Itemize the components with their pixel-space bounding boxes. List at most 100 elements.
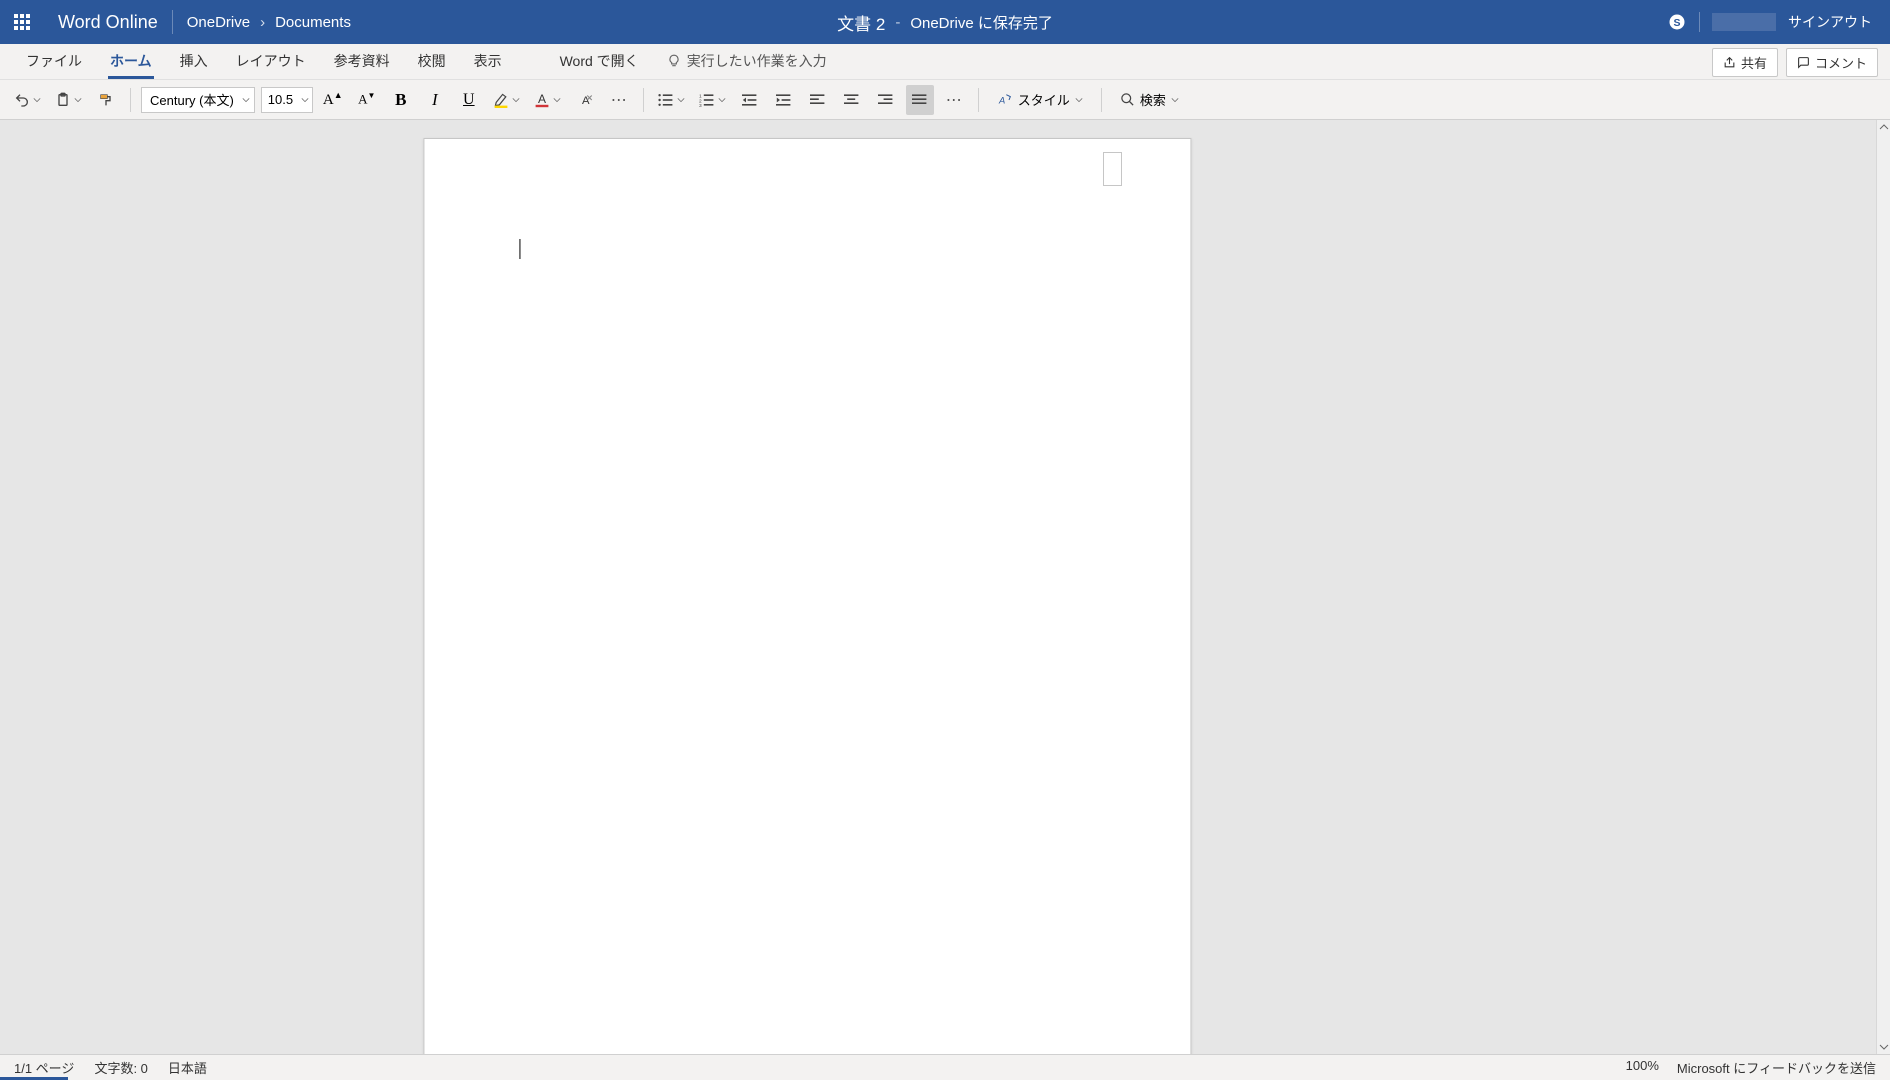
lightbulb-icon xyxy=(667,54,681,68)
more-font-options-button[interactable]: ⋯ xyxy=(605,85,633,115)
chevron-down-icon xyxy=(718,96,726,104)
skype-icon: S xyxy=(1668,13,1686,31)
separator xyxy=(130,88,131,112)
paste-button[interactable] xyxy=(51,85,86,115)
clear-formatting-icon: A xyxy=(576,92,594,108)
font-size-select[interactable]: 10.5 xyxy=(261,87,313,113)
tab-insert[interactable]: 挿入 xyxy=(166,43,222,79)
numbered-list-icon: 123 xyxy=(699,93,715,107)
chevron-right-icon: › xyxy=(260,14,265,31)
bold-icon: B xyxy=(395,90,406,110)
undo-button[interactable] xyxy=(10,85,45,115)
clear-formatting-button[interactable]: A xyxy=(571,85,599,115)
chevron-down-icon xyxy=(677,96,685,104)
italic-button[interactable]: I xyxy=(421,85,449,115)
more-paragraph-options-button[interactable]: ⋯ xyxy=(940,85,968,115)
bold-button[interactable]: B xyxy=(387,85,415,115)
format-painter-icon xyxy=(98,92,114,108)
word-count[interactable]: 文字数: 0 xyxy=(94,1058,147,1077)
text-cursor xyxy=(519,239,520,259)
styles-button[interactable]: A スタイル xyxy=(989,85,1091,115)
align-left-icon xyxy=(810,93,826,107)
comment-icon xyxy=(1797,56,1810,69)
highlight-color-button[interactable] xyxy=(489,85,524,115)
increase-indent-button[interactable] xyxy=(770,85,798,115)
decrease-indent-icon xyxy=(742,93,758,107)
status-right: 100% Microsoft にフィードバックを送信 xyxy=(1626,1058,1876,1077)
numbered-list-button[interactable]: 123 xyxy=(695,85,730,115)
user-account-box[interactable] xyxy=(1712,13,1776,31)
grow-font-icon: A▲ xyxy=(323,90,343,109)
language-status[interactable]: 日本語 xyxy=(168,1058,207,1077)
italic-icon: I xyxy=(432,90,438,110)
share-button[interactable]: 共有 xyxy=(1712,48,1778,77)
breadcrumb-onedrive[interactable]: OneDrive xyxy=(187,14,250,31)
tab-view[interactable]: 表示 xyxy=(460,43,516,79)
scroll-up-button[interactable] xyxy=(1877,120,1890,134)
align-right-icon xyxy=(878,93,894,107)
chevron-up-icon xyxy=(1879,122,1889,132)
format-painter-button[interactable] xyxy=(92,85,120,115)
document-name[interactable]: 文書 2 xyxy=(837,10,885,35)
side-tab-handle[interactable] xyxy=(1103,152,1122,186)
tab-layout[interactable]: レイアウト xyxy=(222,43,320,79)
ellipsis-icon: ⋯ xyxy=(946,90,962,110)
zoom-level[interactable]: 100% xyxy=(1626,1058,1659,1077)
increase-indent-icon xyxy=(776,93,792,107)
divider xyxy=(1699,12,1700,32)
bullet-list-icon xyxy=(658,93,674,107)
titlebar-right: S サインアウト xyxy=(1667,0,1890,44)
justify-button[interactable] xyxy=(906,85,934,115)
font-color-button[interactable]: A xyxy=(530,85,565,115)
styles-label: スタイル xyxy=(1018,90,1070,109)
align-center-button[interactable] xyxy=(838,85,866,115)
status-bar: 1/1 ページ 文字数: 0 日本語 100% Microsoft にフィードバ… xyxy=(0,1054,1890,1080)
grow-font-button[interactable]: A▲ xyxy=(319,85,347,115)
svg-text:S: S xyxy=(1673,17,1680,29)
app-launcher-button[interactable] xyxy=(0,0,44,44)
ribbon-tabs: ファイル ホーム 挿入 レイアウト 参考資料 校閲 表示 Word で開く 実行… xyxy=(0,44,1890,80)
separator xyxy=(643,88,644,112)
tab-file[interactable]: ファイル xyxy=(12,43,96,79)
chevron-down-icon xyxy=(1171,96,1179,104)
breadcrumb-documents[interactable]: Documents xyxy=(275,14,351,31)
align-center-icon xyxy=(844,93,860,107)
document-area xyxy=(0,120,1876,1054)
vertical-scrollbar[interactable] xyxy=(1876,120,1890,1054)
chevron-down-icon xyxy=(74,96,82,104)
document-page[interactable] xyxy=(423,138,1191,1054)
signout-link[interactable]: サインアウト xyxy=(1788,12,1872,32)
search-icon xyxy=(1120,92,1135,107)
underline-button[interactable]: U xyxy=(455,85,483,115)
font-name-select[interactable]: Century (本文) xyxy=(141,87,255,113)
comment-button[interactable]: コメント xyxy=(1786,48,1878,77)
tell-me-search[interactable]: 実行したい作業を入力 xyxy=(653,43,841,79)
tell-me-placeholder: 実行したい作業を入力 xyxy=(687,51,827,71)
chevron-down-icon xyxy=(301,96,309,104)
chevron-down-icon xyxy=(512,96,520,104)
decrease-indent-button[interactable] xyxy=(736,85,764,115)
open-in-word-button[interactable]: Word で開く xyxy=(546,43,653,79)
chevron-down-icon xyxy=(33,96,41,104)
tab-review[interactable]: 校閲 xyxy=(404,43,460,79)
separator xyxy=(1101,88,1102,112)
feedback-link[interactable]: Microsoft にフィードバックを送信 xyxy=(1677,1058,1876,1077)
app-name[interactable]: Word Online xyxy=(44,10,173,34)
bullet-list-button[interactable] xyxy=(654,85,689,115)
skype-button[interactable]: S xyxy=(1667,12,1687,32)
align-left-button[interactable] xyxy=(804,85,832,115)
tabs-right-group: 共有 コメント xyxy=(1712,48,1878,77)
tab-references[interactable]: 参考資料 xyxy=(320,43,404,79)
styles-icon: A xyxy=(997,92,1013,108)
align-right-button[interactable] xyxy=(872,85,900,115)
tab-home[interactable]: ホーム xyxy=(96,43,166,79)
search-button[interactable]: 検索 xyxy=(1112,85,1187,115)
separator xyxy=(978,88,979,112)
chevron-down-icon xyxy=(553,96,561,104)
svg-text:A: A xyxy=(998,95,1005,105)
page-count[interactable]: 1/1 ページ xyxy=(14,1058,74,1077)
shrink-font-button[interactable]: A▼ xyxy=(353,85,381,115)
svg-text:A: A xyxy=(538,92,546,106)
scroll-down-button[interactable] xyxy=(1877,1040,1890,1054)
font-size-value: 10.5 xyxy=(268,92,293,107)
